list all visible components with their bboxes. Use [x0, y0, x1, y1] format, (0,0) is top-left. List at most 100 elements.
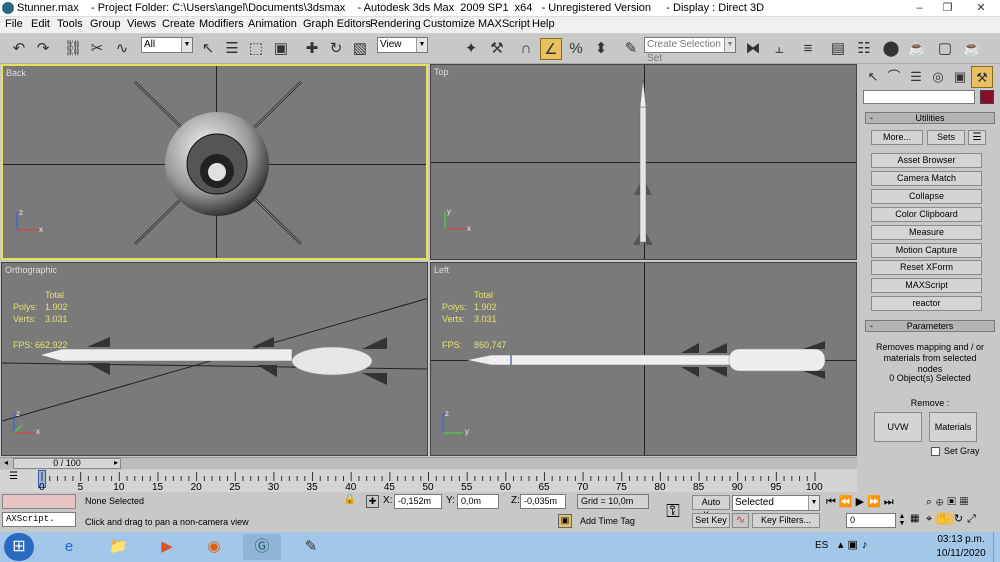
- menu-animation[interactable]: Animation: [248, 18, 297, 30]
- close-icon[interactable]: ✕: [964, 0, 998, 16]
- arc-rotate-icon[interactable]: ↻: [954, 513, 967, 525]
- lock-selection-icon[interactable]: 🔒: [342, 494, 358, 508]
- tray-arrow-icon[interactable]: ▴: [838, 539, 848, 551]
- more-button[interactable]: More...: [871, 130, 923, 145]
- sets-button[interactable]: Sets: [927, 130, 965, 145]
- percent-snap-icon[interactable]: %: [565, 38, 587, 60]
- spinner-snap-icon[interactable]: ⬍: [590, 38, 612, 60]
- time-configuration-icon[interactable]: ▦: [910, 513, 924, 528]
- material-editor-icon[interactable]: ⬤: [880, 38, 902, 60]
- viewport-label-left[interactable]: Left: [434, 265, 449, 275]
- bind-space-warp-icon[interactable]: ∿: [111, 38, 133, 60]
- set-key-button[interactable]: Set Key: [692, 513, 730, 528]
- clock-date[interactable]: 10/11/2020: [934, 548, 988, 559]
- auto-key-button[interactable]: Auto Key: [692, 495, 730, 520]
- show-desktop-button[interactable]: [993, 532, 1000, 562]
- modify-tab-icon[interactable]: ⌒: [883, 66, 905, 88]
- key-set-select[interactable]: Selected ▼: [732, 495, 820, 511]
- zoom-all-icon[interactable]: ⊕: [936, 496, 947, 508]
- region-zoom-icon[interactable]: ⌖: [926, 513, 936, 525]
- redo-icon[interactable]: ↷: [32, 38, 54, 60]
- selection-filter-select[interactable]: All ▼: [141, 37, 193, 53]
- motion-tab-icon[interactable]: ◎: [927, 66, 949, 88]
- menu-tools[interactable]: Tools: [57, 18, 83, 30]
- select-and-link-icon[interactable]: ⛓: [62, 38, 84, 60]
- configure-sets-icon[interactable]: ☰: [968, 130, 986, 145]
- menu-views[interactable]: Views: [127, 18, 156, 30]
- reference-coordinate-select[interactable]: View ▼: [377, 37, 428, 53]
- object-name-field[interactable]: [863, 90, 975, 104]
- zoom-icon[interactable]: ⌕: [926, 496, 936, 508]
- start-button-icon[interactable]: ⊞: [4, 533, 34, 561]
- time-tag-icon[interactable]: ▣: [558, 514, 572, 528]
- viewport-left[interactable]: Left Total Polys: 1.902 Verts: 3.031 FPS…: [430, 262, 857, 456]
- select-and-rotate-icon[interactable]: ↻: [325, 38, 347, 60]
- set-key-mode-icon[interactable]: ⚿: [658, 496, 688, 526]
- measure-button[interactable]: Measure: [871, 225, 982, 240]
- frame-spinner-icon[interactable]: ▲ ▼: [898, 513, 906, 528]
- maxscript-mini-listener[interactable]: AXScript.: [2, 512, 76, 527]
- language-indicator[interactable]: ES: [815, 540, 828, 551]
- chevron-left-icon[interactable]: ◂: [2, 458, 10, 469]
- menu-create[interactable]: Create: [162, 18, 195, 30]
- chevron-right-icon[interactable]: ▸: [112, 458, 120, 469]
- 3dsmax-taskbar-icon[interactable]: Ⓖ: [243, 534, 281, 560]
- collapse-button[interactable]: Collapse: [871, 189, 982, 204]
- zoom-extents-icon[interactable]: ▣: [947, 496, 959, 508]
- reset-xform-button[interactable]: Reset XForm: [871, 260, 982, 275]
- key-filters-button[interactable]: Key Filters...: [752, 513, 820, 528]
- select-object-icon[interactable]: ↖: [197, 38, 219, 60]
- menu-maxscript[interactable]: MAXScript: [478, 18, 530, 30]
- utilities-tab-icon[interactable]: ⚒: [971, 66, 993, 88]
- rendered-frame-window-icon[interactable]: ▢: [934, 38, 956, 60]
- create-tab-icon[interactable]: ↖: [862, 66, 884, 88]
- viewport-orthographic[interactable]: Orthographic Total Polys: 1.902 Verts: 3…: [1, 262, 428, 456]
- display-tab-icon[interactable]: ▣: [949, 66, 971, 88]
- viewport-top[interactable]: Top y x: [430, 64, 857, 260]
- restore-icon[interactable]: ❐: [936, 0, 959, 16]
- viewport-label-back[interactable]: Back: [6, 68, 26, 78]
- viewport-back[interactable]: Back z x: [1, 64, 428, 260]
- menu-edit[interactable]: Edit: [31, 18, 50, 30]
- viewport-label-top[interactable]: Top: [434, 67, 449, 77]
- clock-time[interactable]: 03:13 p.m.: [934, 534, 988, 545]
- mirror-icon[interactable]: ⧓: [742, 38, 764, 60]
- file-explorer-icon[interactable]: 📁: [99, 534, 137, 560]
- internet-explorer-icon[interactable]: e: [50, 534, 88, 560]
- menu-help[interactable]: Help: [532, 18, 555, 30]
- align-icon[interactable]: ⫠: [768, 38, 790, 60]
- go-to-start-icon[interactable]: ⏮: [826, 496, 839, 508]
- maxscript-button[interactable]: MAXScript: [871, 278, 982, 293]
- time-slider-thumb[interactable]: 0 / 100: [13, 458, 121, 469]
- parameters-rollout-header[interactable]: - Parameters: [865, 320, 995, 332]
- hierarchy-tab-icon[interactable]: ☰: [905, 66, 927, 88]
- go-to-end-icon[interactable]: ⏭: [884, 496, 897, 508]
- named-selection-select[interactable]: Create Selection Set ▼: [644, 37, 736, 64]
- maxscript-listener-pink[interactable]: [2, 494, 76, 509]
- absolute-mode-toggle-icon[interactable]: ✚: [366, 495, 379, 508]
- y-coordinate-field[interactable]: 0,0m: [457, 494, 499, 509]
- remove-materials-button[interactable]: Materials: [929, 412, 977, 442]
- curve-editor-icon[interactable]: ▤: [827, 38, 849, 60]
- time-slider-track[interactable]: ◂ 0 / 100 ▸: [0, 457, 857, 469]
- menu-modifiers[interactable]: Modifiers: [199, 18, 244, 30]
- utilities-rollout-header[interactable]: - Utilities: [865, 112, 995, 124]
- play-icon[interactable]: ▶: [856, 496, 867, 508]
- zoom-extents-all-icon[interactable]: ▦: [960, 496, 972, 508]
- color-clipboard-button[interactable]: Color Clipboard: [871, 207, 982, 222]
- snaps-toggle-icon[interactable]: ∩: [515, 38, 537, 60]
- remove-uvw-button[interactable]: UVW: [874, 412, 922, 442]
- maximize-viewport-icon[interactable]: ⤢: [967, 513, 980, 525]
- layer-manager-icon[interactable]: ≡: [797, 38, 819, 60]
- quick-render-icon[interactable]: ☕: [961, 38, 983, 60]
- current-frame-field[interactable]: 0: [846, 513, 896, 528]
- minimize-icon[interactable]: –: [908, 0, 931, 16]
- camera-match-button[interactable]: Camera Match: [871, 171, 982, 186]
- menu-customize[interactable]: Customize: [423, 18, 475, 30]
- menu-graph-editors[interactable]: Graph Editors: [303, 18, 371, 30]
- edit-named-selection-icon[interactable]: ✎: [620, 38, 642, 60]
- pan-view-icon[interactable]: ✋: [936, 513, 954, 525]
- set-gray-checkbox[interactable]: [931, 447, 940, 456]
- window-crossing-icon[interactable]: ▣: [270, 38, 292, 60]
- firefox-icon[interactable]: ◉: [195, 534, 233, 560]
